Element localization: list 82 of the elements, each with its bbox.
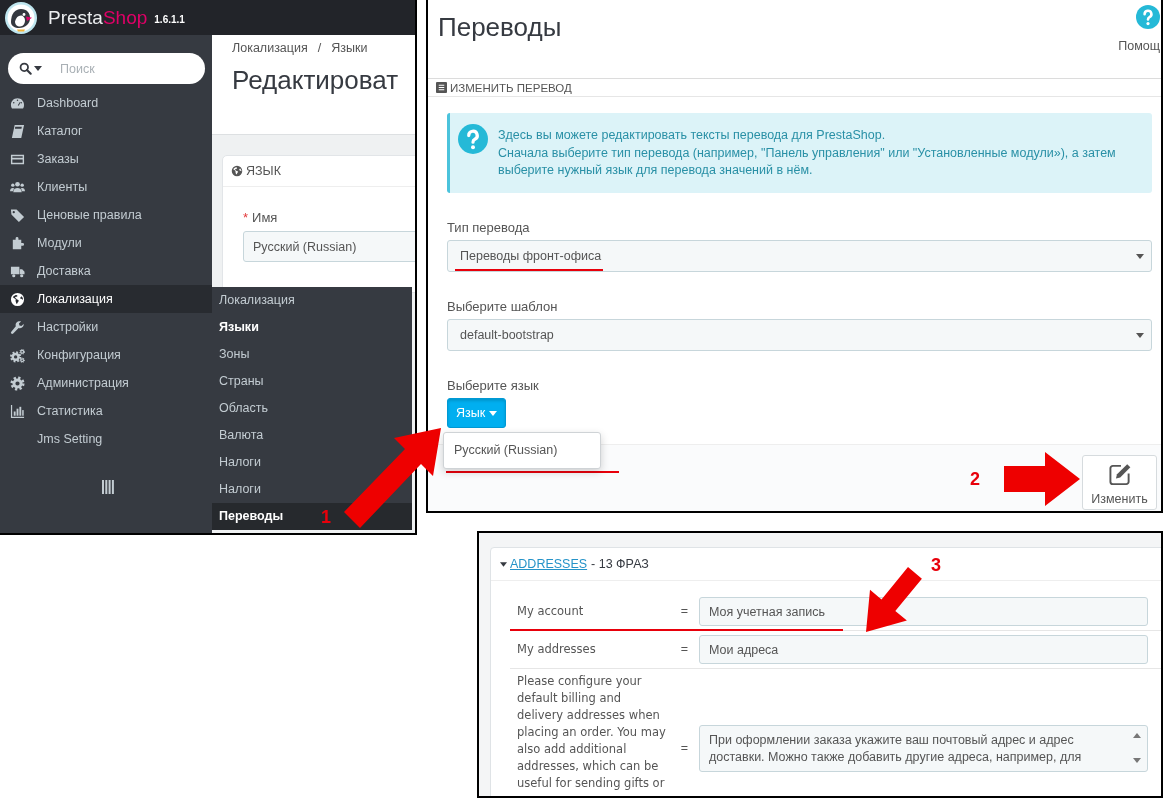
sidebar-item[interactable]: Клиенты	[0, 173, 212, 201]
submenu-item[interactable]: Языки	[212, 314, 267, 341]
version-label: 1.6.1.1	[154, 12, 185, 27]
sidebar-item[interactable]: Заказы	[0, 145, 212, 173]
vertical-bars-icon	[102, 480, 114, 494]
field-label: Тип перевода	[447, 219, 531, 236]
globe-icon	[10, 291, 25, 307]
select-field[interactable]: Переводы фронт-офиса	[447, 240, 1152, 272]
alert-text: Сначала выберите тип перевода (например, "Панель управления" или "Установленные модули»), а затем выберите нужный язык для перевода значений в нём.	[498, 144, 1117, 179]
book-icon	[10, 123, 25, 139]
source-text: My addresses	[517, 641, 597, 658]
globe-icon	[231, 165, 243, 177]
equals-sign: =	[679, 641, 690, 658]
brand-name: PrestaShop	[48, 6, 148, 29]
submenu-item[interactable]: Налоги	[212, 476, 269, 503]
sidebar-item[interactable]: Локализация	[0, 285, 212, 313]
step-number: 2	[970, 469, 980, 489]
translation-field[interactable]: Моя учетная запись	[699, 597, 1148, 626]
submenu-item[interactable]: Локализация	[212, 287, 303, 314]
text-field[interactable]: Русский (Russian)	[243, 231, 415, 262]
sidebar-item[interactable]: Каталог	[0, 117, 212, 145]
edit-button[interactable]: Изменить	[1082, 455, 1157, 510]
edit-icon	[1107, 463, 1132, 486]
help-icon	[1136, 5, 1160, 29]
step-number: 3	[931, 555, 941, 575]
phrase-count: - 13 ФРАЗ	[591, 555, 649, 573]
gauge-icon	[10, 95, 25, 111]
sidebar-item[interactable]: Настройки	[0, 313, 212, 341]
caret-icon	[1136, 253, 1144, 259]
sidebar-item[interactable]: Доставка	[0, 257, 212, 285]
wrench-icon	[10, 319, 25, 335]
caret-icon	[489, 410, 498, 416]
panel-title: ИЗМЕНИТЬ ПЕРЕВОД	[450, 80, 572, 95]
field-label: Имя	[252, 209, 278, 226]
page-title: Переводы	[438, 11, 562, 44]
search-field[interactable]: Поиск	[8, 53, 205, 84]
breadcrumb-separator: /	[317, 40, 322, 57]
panel-title: ЯЗЫК	[246, 162, 281, 180]
sidebar-item[interactable]: Статистика	[0, 397, 212, 425]
field-label: Выберите шаблон	[447, 298, 559, 315]
annotation-arrow	[866, 567, 922, 633]
alert-text: Здесь вы можете редактировать тексты перевода для PrestaShop.	[498, 127, 887, 144]
submenu-item[interactable]: Страны	[212, 368, 272, 395]
submenu-item[interactable]: Валюта	[212, 422, 272, 449]
required-asterisk: *	[243, 209, 249, 226]
source-text: Please configure your default billing and delivery addresses when placing an order. You may also add additional addresses, which can be useful for sending gifts or	[517, 673, 667, 792]
gear-icon	[10, 375, 25, 391]
group-link[interactable]: ADDRESSES	[510, 555, 588, 573]
source-text: My account	[517, 603, 585, 620]
step-number: 1	[321, 507, 331, 527]
gears-icon	[10, 347, 25, 363]
sidebar-item[interactable]: Dashboard	[0, 89, 212, 117]
translation-field[interactable]: Мои адреса	[699, 635, 1148, 664]
sidebar-item[interactable]: Ценовые правила	[0, 201, 212, 229]
equals-sign: =	[679, 603, 690, 620]
list-icon	[436, 82, 447, 93]
sidebar-item[interactable]: Администрация	[0, 369, 212, 397]
equals-sign: =	[679, 739, 690, 757]
breadcrumb-item: Языки	[331, 40, 368, 57]
sidebar-item[interactable]: Jms Setting	[0, 425, 212, 453]
submenu-item[interactable]: Область	[212, 395, 277, 422]
bar-chart-icon	[10, 403, 25, 419]
caret-icon	[1136, 332, 1144, 338]
page-title: Редактироват	[232, 64, 400, 96]
breadcrumb-item: Локализация	[232, 40, 308, 57]
search-icon	[19, 62, 32, 75]
help-icon	[458, 124, 488, 154]
field-label: Выберите язык	[447, 377, 540, 394]
submenu-item[interactable]: Налоги	[212, 449, 269, 476]
tag-icon	[10, 207, 25, 223]
submenu-item[interactable]: Зоны	[212, 341, 258, 368]
dropdown-item[interactable]: Русский (Russian)	[444, 433, 600, 468]
select-field[interactable]: default-bootstrap	[447, 319, 1152, 351]
scroll-down-arrow-icon	[1133, 757, 1141, 763]
help-button[interactable]: Помощ	[1118, 5, 1161, 63]
sidebar-item[interactable]: Конфигурация	[0, 341, 212, 369]
users-icon	[10, 179, 25, 195]
translation-textarea[interactable]: При оформлении заказа укажите ваш почтовый адрес и адрес доставки. Можно также добавить другие адреса, например, для	[699, 724, 1148, 772]
sidebar-item[interactable]: Модули	[0, 229, 212, 257]
caret-icon	[34, 66, 42, 71]
scroll-up-arrow-icon	[1133, 732, 1141, 738]
puzzle-icon	[10, 235, 25, 251]
